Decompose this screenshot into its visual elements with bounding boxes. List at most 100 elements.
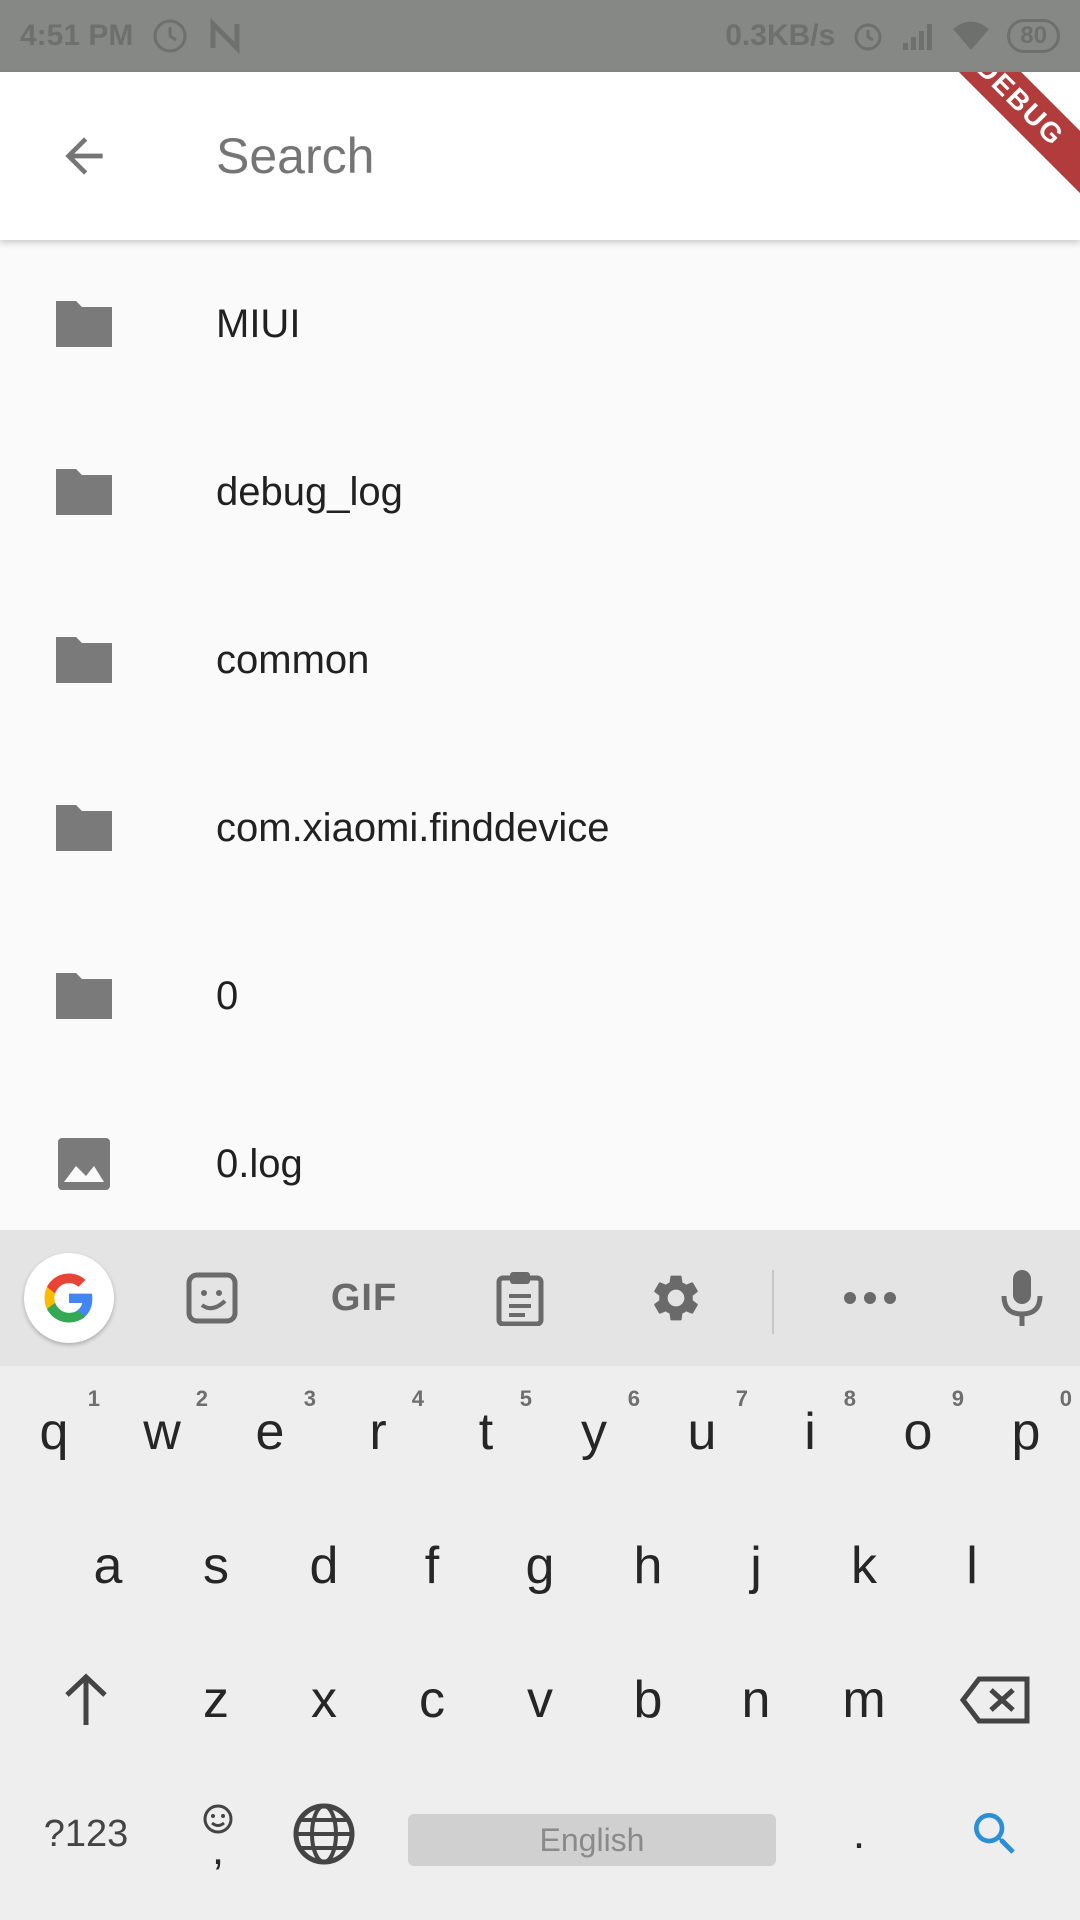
signal-icon (901, 21, 935, 51)
network-speed: 0.3KB/s (725, 19, 836, 52)
symbols-key[interactable]: ?123 (20, 1774, 152, 1894)
key-label: i (804, 1403, 816, 1461)
folder-icon (52, 628, 116, 692)
more-button[interactable] (834, 1230, 906, 1366)
key-p[interactable]: p0 (972, 1372, 1080, 1492)
comma-label: , (211, 1825, 225, 1874)
key-f[interactable]: f (378, 1506, 486, 1626)
key-hint: 0 (1059, 1386, 1072, 1411)
search-action-key[interactable] (936, 1774, 1054, 1894)
key-label: w (143, 1403, 181, 1461)
key-label: r (369, 1403, 387, 1461)
file-name: common (216, 637, 370, 682)
key-hint: 1 (87, 1386, 100, 1411)
status-time: 4:51 PM (20, 19, 134, 52)
sticker-button[interactable] (176, 1230, 248, 1366)
file-name: com.xiaomi.finddevice (216, 805, 610, 850)
search-input[interactable] (216, 122, 916, 190)
image-icon (52, 1132, 116, 1196)
key-e[interactable]: e3 (216, 1372, 324, 1492)
key-hint: 8 (843, 1386, 856, 1411)
key-hint: 9 (951, 1386, 964, 1411)
key-k[interactable]: k (810, 1506, 918, 1626)
key-hint: 3 (303, 1386, 316, 1411)
key-x[interactable]: x (270, 1640, 378, 1760)
file-name: debug_log (216, 469, 403, 514)
key-label: u (687, 1403, 717, 1461)
list-item[interactable]: 0 (0, 912, 1080, 1080)
app-bar: DEBUG (0, 72, 1080, 240)
emoji-comma-key[interactable]: , (164, 1774, 272, 1894)
google-button[interactable] (24, 1253, 114, 1343)
key-q[interactable]: q1 (0, 1372, 108, 1492)
file-list: MIUI debug_log common com.xiaomi.finddev… (0, 240, 1080, 1230)
key-hint: 5 (519, 1386, 532, 1411)
list-item[interactable]: MIUI (0, 240, 1080, 408)
battery-indicator: 80 (1007, 19, 1060, 53)
key-label: t (478, 1403, 494, 1461)
keyboard-toolbar: GIF (0, 1230, 1080, 1366)
gif-label: GIF (330, 1276, 398, 1319)
folder-icon (52, 460, 116, 524)
key-w[interactable]: w2 (108, 1372, 216, 1492)
key-b[interactable]: b (594, 1640, 702, 1760)
key-h[interactable]: h (594, 1506, 702, 1626)
more-horiz-icon (844, 1292, 896, 1304)
globe-icon (293, 1803, 355, 1865)
key-m[interactable]: m (810, 1640, 918, 1760)
status-bar: 4:51 PM 0.3KB/s 80 (0, 0, 1080, 72)
back-button[interactable] (40, 116, 128, 196)
key-i[interactable]: i8 (756, 1372, 864, 1492)
key-n[interactable]: n (702, 1640, 810, 1760)
keyboard-row-3: z x c v b n m (0, 1640, 1080, 1774)
voice-input-button[interactable] (986, 1230, 1058, 1366)
key-o[interactable]: o9 (864, 1372, 972, 1492)
clipboard-icon (496, 1272, 544, 1326)
key-label: q (39, 1403, 69, 1461)
folder-icon (52, 292, 116, 356)
key-label: p (1011, 1403, 1041, 1461)
key-g[interactable]: g (486, 1506, 594, 1626)
gear-icon (654, 1275, 698, 1321)
language-key[interactable] (276, 1774, 372, 1894)
space-bar[interactable]: English (408, 1814, 776, 1866)
nfc-icon (207, 18, 243, 54)
key-label: o (903, 1403, 933, 1461)
list-item[interactable]: 0.log (0, 1080, 1080, 1230)
key-j[interactable]: j (702, 1506, 810, 1626)
list-item[interactable]: common (0, 576, 1080, 744)
key-label: y (581, 1403, 607, 1461)
list-item[interactable]: debug_log (0, 408, 1080, 576)
key-hint: 4 (411, 1386, 424, 1411)
gif-button[interactable]: GIF (322, 1230, 406, 1366)
period-key[interactable]: . (800, 1774, 918, 1894)
key-l[interactable]: l (918, 1506, 1026, 1626)
alarm-icon (851, 19, 885, 53)
shift-key[interactable] (20, 1640, 152, 1760)
clipboard-button[interactable] (484, 1230, 556, 1366)
key-d[interactable]: d (270, 1506, 378, 1626)
key-label: e (255, 1403, 285, 1461)
key-t[interactable]: t5 (432, 1372, 540, 1492)
key-z[interactable]: z (162, 1640, 270, 1760)
shift-arrow-icon (65, 1673, 107, 1725)
file-name: MIUI (216, 301, 301, 346)
key-a[interactable]: a (54, 1506, 162, 1626)
file-name: 0 (216, 973, 239, 1018)
key-v[interactable]: v (486, 1640, 594, 1760)
key-hint: 6 (627, 1386, 640, 1411)
key-c[interactable]: c (378, 1640, 486, 1760)
key-r[interactable]: r4 (324, 1372, 432, 1492)
key-hint: 7 (735, 1386, 748, 1411)
microphone-icon (1001, 1270, 1043, 1326)
list-item[interactable]: com.xiaomi.finddevice (0, 744, 1080, 912)
key-s[interactable]: s (162, 1506, 270, 1626)
file-name: 0.log (216, 1141, 303, 1186)
key-u[interactable]: u7 (648, 1372, 756, 1492)
backspace-key[interactable] (930, 1640, 1060, 1760)
key-y[interactable]: y6 (540, 1372, 648, 1492)
search-icon (974, 1813, 1015, 1854)
settings-button[interactable] (640, 1230, 712, 1366)
key-hint: 2 (195, 1386, 208, 1411)
backspace-icon (959, 1676, 1030, 1724)
